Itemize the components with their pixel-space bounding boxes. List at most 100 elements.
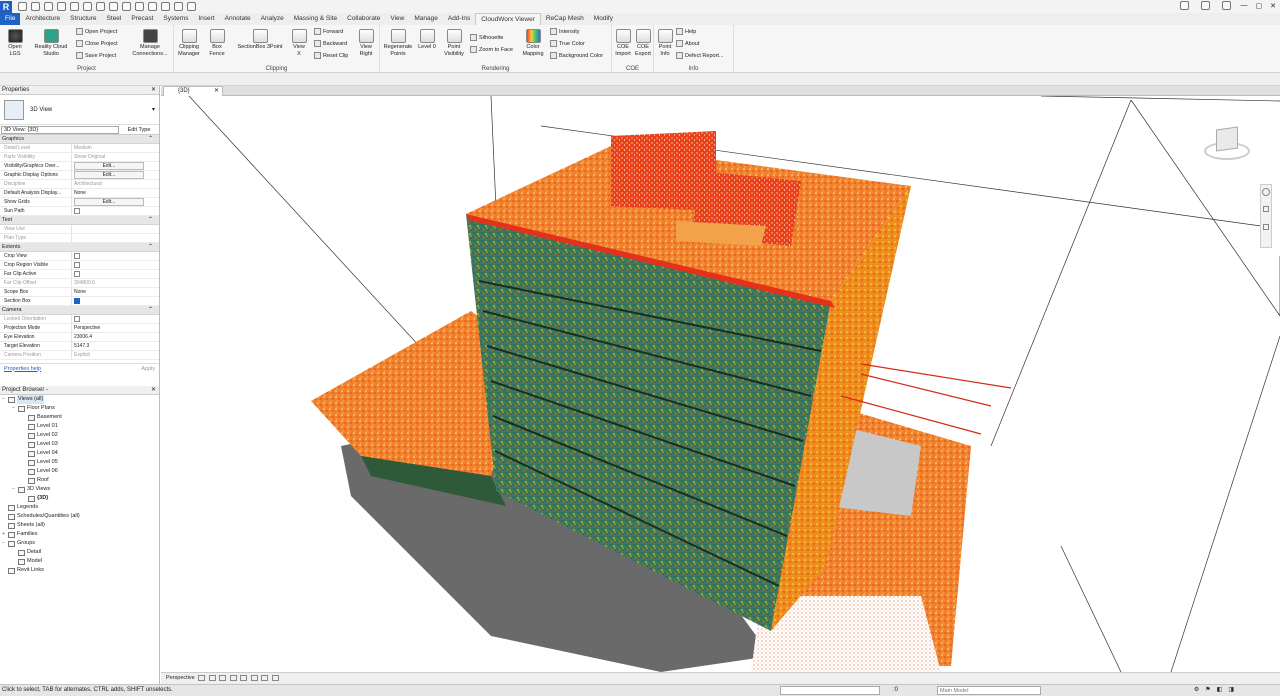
tree-item[interactable]: Level 01 <box>2 422 159 431</box>
visual-style-icon[interactable] <box>198 674 206 681</box>
view-right-button[interactable]: View Right <box>354 27 378 57</box>
property-value[interactable]: 5147.3 <box>72 342 159 350</box>
apply-button[interactable]: Apply <box>141 366 155 372</box>
section-camera[interactable]: Camera <box>0 306 159 315</box>
tab-recap-mesh[interactable]: ReCap Mesh <box>541 13 589 25</box>
regenerate-points-button[interactable]: Regenerate Points <box>382 27 414 57</box>
close-icon[interactable]: ✕ <box>1270 2 1276 10</box>
coe-import-button[interactable]: COE Import <box>612 27 634 57</box>
true-color-button[interactable]: True Color <box>550 40 585 47</box>
tab-view[interactable]: View <box>385 13 409 25</box>
tab-file[interactable]: File <box>0 13 21 25</box>
property-value[interactable]: Edit... <box>72 198 159 206</box>
3d-view-icon[interactable] <box>135 2 144 11</box>
tree-item[interactable]: Level 04 <box>2 449 159 458</box>
switch-windows-icon[interactable] <box>187 2 196 11</box>
tree-item[interactable]: Level 06 <box>2 467 159 476</box>
checkbox[interactable] <box>74 261 80 268</box>
maximize-icon[interactable]: ▢ <box>1256 2 1263 10</box>
property-value[interactable] <box>72 315 159 323</box>
backward-button[interactable]: Backward <box>314 40 347 47</box>
undo-icon[interactable] <box>57 2 66 11</box>
workset-select[interactable] <box>780 686 880 695</box>
projection-mode-label[interactable]: Perspective <box>166 675 195 681</box>
box-fence-button[interactable]: Box Fence <box>204 27 230 57</box>
property-value[interactable] <box>72 297 159 305</box>
crop-icon[interactable] <box>250 674 258 681</box>
navigation-bar[interactable] <box>1260 184 1272 248</box>
section-icon[interactable] <box>148 2 157 11</box>
tab-insert[interactable]: Insert <box>193 13 219 25</box>
tab-annotate[interactable]: Annotate <box>220 13 256 25</box>
tab-systems[interactable]: Systems <box>158 13 193 25</box>
tree-item[interactable]: {3D} <box>2 494 159 503</box>
property-value[interactable]: Perspective <box>72 324 159 332</box>
viewcube[interactable] <box>1202 124 1252 168</box>
revit-logo[interactable]: R <box>0 0 12 13</box>
tab-structure[interactable]: Structure <box>65 13 101 25</box>
tab-analyze[interactable]: Analyze <box>256 13 289 25</box>
property-value[interactable]: Edit... <box>72 171 159 179</box>
silhouette-button[interactable]: Silhouette <box>470 34 503 41</box>
close-browser-icon[interactable]: ✕ <box>151 386 156 395</box>
tree-item[interactable]: Basement <box>2 413 159 422</box>
tab-steel[interactable]: Steel <box>102 13 127 25</box>
help-button[interactable]: Help <box>676 28 696 35</box>
tab-architecture[interactable]: Architecture <box>20 13 65 25</box>
point-visibility-button[interactable]: Point Visibility <box>442 27 466 57</box>
reality-cloud-button[interactable]: Reality Cloud Studio <box>32 27 70 57</box>
tree-item[interactable]: + Families <box>2 530 159 539</box>
measure-icon[interactable] <box>96 2 105 11</box>
clipping-manager-button[interactable]: Clipping Manager <box>176 27 202 57</box>
help-icon[interactable] <box>1221 1 1231 10</box>
close-project-button[interactable]: Close Project <box>76 40 118 47</box>
edit-type-button[interactable]: Edit Type <box>119 127 159 133</box>
type-selector[interactable]: 3D View ▾ <box>0 95 159 125</box>
point-info-button[interactable]: Point Info <box>654 27 676 57</box>
property-value[interactable] <box>72 270 159 278</box>
open-icon[interactable] <box>18 2 27 11</box>
property-value[interactable]: 23006.4 <box>72 333 159 341</box>
property-value[interactable]: Edit... <box>72 162 159 170</box>
checkbox[interactable] <box>74 270 80 277</box>
tree-item[interactable]: Level 05 <box>2 458 159 467</box>
section-extents[interactable]: Extents <box>0 243 159 252</box>
manage-connections-button[interactable]: Manage Connections... <box>130 27 170 57</box>
section-graphics[interactable]: Graphics <box>0 135 159 144</box>
properties-help-link[interactable]: Properties help <box>4 366 41 372</box>
tab-manage[interactable]: Manage <box>409 13 443 25</box>
checkbox[interactable] <box>74 315 80 322</box>
property-value[interactable] <box>72 207 159 215</box>
zoom-icon[interactable] <box>1263 206 1269 212</box>
property-value[interactable] <box>72 225 159 233</box>
tab-massing-site[interactable]: Massing & Site <box>289 13 342 25</box>
forward-button[interactable]: Forward <box>314 28 343 35</box>
sync-icon[interactable] <box>44 2 53 11</box>
property-value[interactable]: None <box>72 288 159 296</box>
close-tab-icon[interactable]: ✕ <box>214 87 219 96</box>
property-value[interactable]: None <box>72 189 159 197</box>
pan-icon[interactable] <box>1263 224 1269 230</box>
property-value[interactable]: Show Original <box>72 153 159 161</box>
reset-clip-button[interactable]: Reset Clip <box>314 52 348 59</box>
close-properties-icon[interactable]: ✕ <box>151 86 156 95</box>
section-text[interactable]: Text <box>0 216 159 225</box>
shadows-icon[interactable] <box>229 674 237 681</box>
tree-item[interactable]: Schedules/Quantities (all) <box>2 512 159 521</box>
tree-item[interactable]: Roof <box>2 476 159 485</box>
tree-item[interactable]: Level 03 <box>2 440 159 449</box>
lock-view-icon[interactable] <box>261 674 269 681</box>
checkbox[interactable] <box>74 297 80 304</box>
3d-viewport[interactable] <box>161 96 1280 672</box>
coe-export-button[interactable]: COE Export <box>632 27 654 57</box>
edit-button[interactable]: Edit... <box>74 198 144 206</box>
tab-collaborate[interactable]: Collaborate <box>342 13 385 25</box>
property-value[interactable]: Architectural <box>72 180 159 188</box>
checkbox[interactable] <box>74 207 80 214</box>
tab-cloudworx-viewer[interactable]: CloudWorx Viewer <box>475 13 541 25</box>
checkbox[interactable] <box>74 252 80 259</box>
print-icon[interactable] <box>83 2 92 11</box>
tab-add-ins[interactable]: Add-Ins <box>443 13 475 25</box>
edit-button[interactable]: Edit... <box>74 162 144 170</box>
tree-item[interactable]: − Groups <box>2 539 159 548</box>
